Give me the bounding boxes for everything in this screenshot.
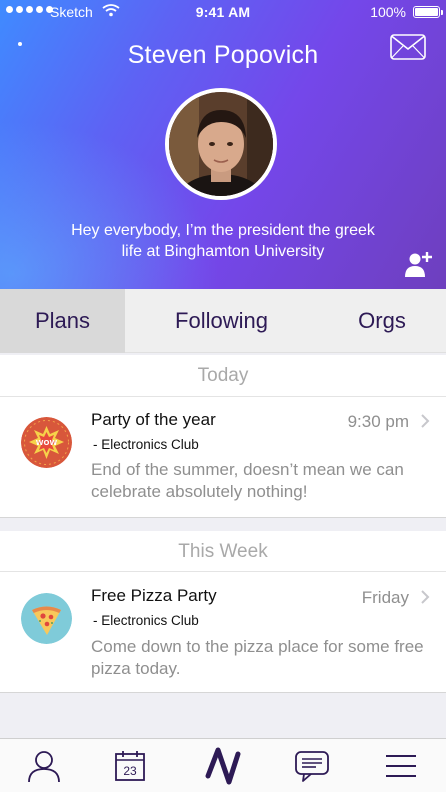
tab-plans[interactable]: Plans: [0, 289, 125, 353]
status-bar: Sketch 9:41 AM 100%: [0, 0, 446, 24]
list-item[interactable]: WOW Party of the year 9:30 pm - Electron…: [0, 396, 446, 518]
add-person-icon: [405, 252, 432, 277]
bottom-nav: 23: [0, 738, 446, 792]
plan-description: End of the summer, doesn’t mean we can c…: [91, 460, 404, 501]
profile-bio: Hey everybody, I’m the president the gre…: [71, 222, 375, 260]
app-logo-icon: [205, 747, 241, 785]
mail-button[interactable]: [390, 34, 426, 65]
section-header-this-week: This Week: [0, 531, 446, 573]
battery-icon: [413, 6, 443, 18]
pizza-slice-icon: [21, 593, 72, 644]
nav-profile-button[interactable]: [14, 739, 74, 792]
profile-icon: [28, 751, 60, 783]
wow-comic-icon: WOW: [21, 417, 72, 468]
plan-title: Party of the year: [91, 410, 216, 429]
nav-menu-button[interactable]: [371, 739, 431, 792]
tab-following[interactable]: Following: [125, 289, 318, 353]
nav-messages-button[interactable]: [282, 739, 342, 792]
battery-percentage: 100%: [370, 4, 406, 20]
plan-time: 9:30 pm: [347, 412, 409, 431]
tab-orgs[interactable]: Orgs: [318, 289, 446, 353]
hamburger-menu-icon: [386, 755, 416, 777]
plan-org: - Electronics Club: [93, 437, 199, 452]
avatar[interactable]: [165, 88, 277, 200]
profile-header: Sketch 9:41 AM 100% Steven Popovich Hey …: [0, 0, 446, 289]
plan-time: Friday: [361, 588, 409, 607]
profile-name: Steven Popovich: [127, 41, 319, 69]
chevron-right-icon: [421, 590, 430, 604]
list-item[interactable]: Free Pizza Party Friday - Electronics Cl…: [0, 571, 446, 693]
add-friend-button[interactable]: [404, 249, 434, 284]
chevron-right-icon: [421, 414, 430, 428]
user-avatar-photo: [169, 92, 273, 196]
nav-calendar-button[interactable]: 23: [100, 739, 160, 792]
plan-description: Come down to the pizza place for some fr…: [91, 637, 424, 678]
svg-text:WOW: WOW: [36, 439, 58, 447]
messages-icon: [295, 751, 329, 782]
section-header-today: Today: [0, 355, 446, 397]
plan-title: Free Pizza Party: [91, 586, 217, 605]
plan-org: - Electronics Club: [93, 613, 199, 628]
tab-bar: Plans Following Orgs: [0, 289, 446, 353]
envelope-icon: [390, 34, 426, 60]
nav-home-button[interactable]: [193, 739, 253, 792]
calendar-icon: 23: [115, 751, 145, 781]
calendar-day-number: 23: [123, 764, 137, 778]
